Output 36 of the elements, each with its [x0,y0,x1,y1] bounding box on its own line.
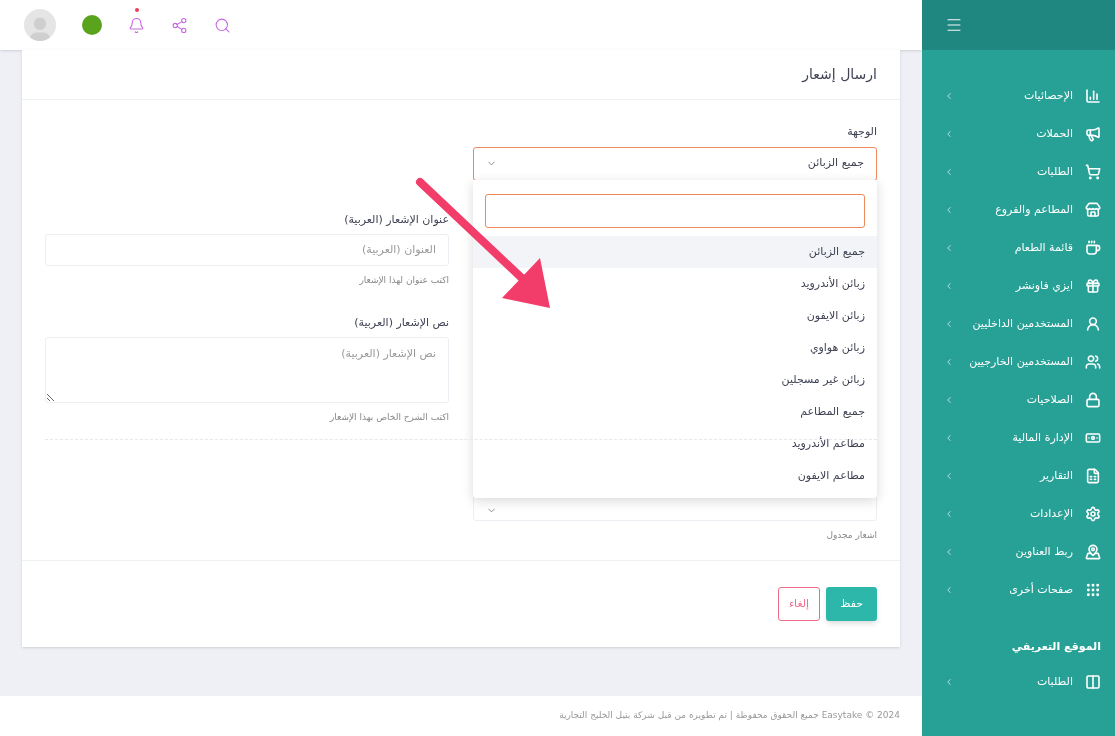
sidebar-item[interactable]: قائمة الطعام [922,229,1115,267]
save-button[interactable]: حفظ [826,587,877,621]
sidebar-item[interactable]: الطلبات [922,153,1115,191]
sidebar-item[interactable]: الإعدادات [922,495,1115,533]
sidebar-item[interactable]: المطاعم والفروع [922,191,1115,229]
dropdown-option[interactable]: مطاعم الايفون [473,460,877,492]
title-input-field[interactable]: العنوان (العربية) [45,233,449,266]
cancel-button[interactable]: إلغاء [777,587,821,621]
sidebar-item[interactable]: ايزي فاونشر [922,267,1115,305]
sidebar-item[interactable]: المستخدمين الخارجيين [922,343,1115,381]
dropdown-option[interactable]: جميع الزبائن [473,236,877,268]
helper-text: اكتب عنوان لهذا الإشعار [358,273,449,287]
field-label: عنوان الإشعار (العربية) [343,212,449,228]
dropdown-option[interactable]: زبائن غير مسجلين [473,364,877,396]
sidebar-item[interactable]: ربط العناوين [922,533,1115,571]
sidebar-item[interactable]: الحملات [922,115,1115,153]
sidebar-item[interactable]: صفحات أخرى [922,571,1115,609]
sidebar-item[interactable]: الإحصائيات [922,77,1115,115]
field-label: الوجهة [846,124,877,140]
footer-text: 2024 © Easytake جميع الحقوق محفوظة | تم تطويره من قبل شركة بتيل الخليج التجارية [559,709,900,723]
card-title: ارسال إشعار [802,65,877,85]
dropdown-option[interactable]: مطاعم الأندرويد [473,428,877,460]
sidebar-item[interactable]: الصلاحيات [922,381,1115,419]
dropdown-option[interactable]: زبائن هواوي [473,332,877,364]
sidebar-item[interactable]: الطلبات [922,663,1115,701]
body-text-area[interactable]: نص الإشعار (العربية) [45,336,449,403]
sidebar-item[interactable]: الإدارة المالية [922,419,1115,457]
sidebar-section-title: الموقع التعريفي [1011,638,1101,655]
dropdown-option[interactable]: زبائن الايفون [473,300,877,332]
dropdown-option[interactable]: جميع المطاعم [473,396,877,428]
helper-text: اشعار مجدول [825,528,877,542]
sidebar-item[interactable]: التقارير [922,457,1115,495]
sidebar-item[interactable]: المستخدمين الداخليين [922,305,1115,343]
field-label: نص الإشعار (العربية) [353,315,449,331]
helper-text: اكتب الشرح الخاص بهذا الإشعار [328,410,449,424]
dropdown-option[interactable]: زبائن الأندرويد [473,268,877,300]
